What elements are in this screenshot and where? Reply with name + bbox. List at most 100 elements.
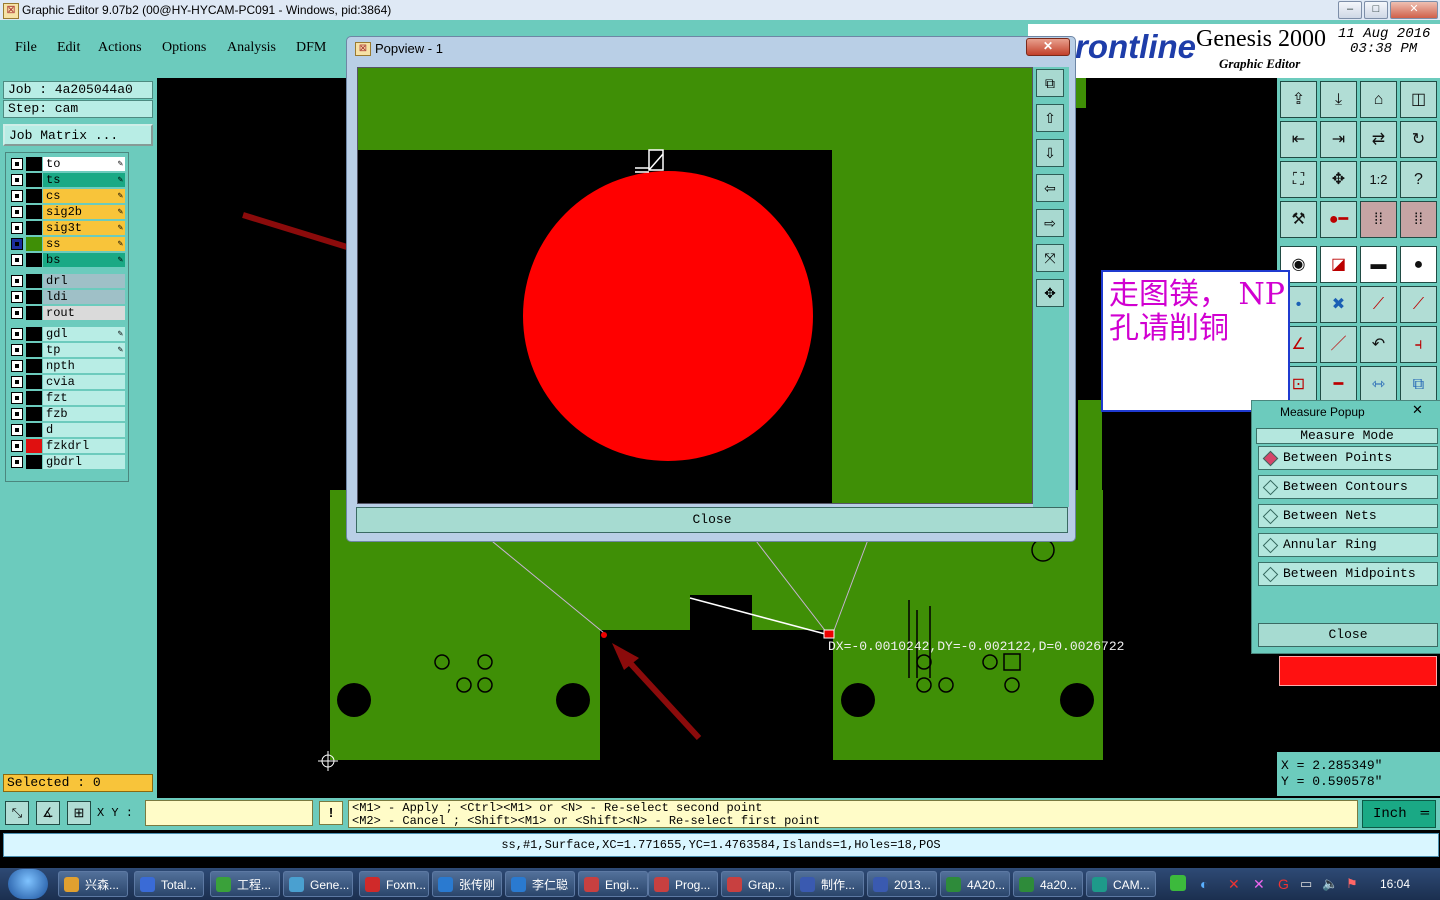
tray-flag-icon[interactable]: ⚑ (1346, 876, 1358, 892)
taskbar-item[interactable]: 张传刚 (432, 871, 502, 897)
layer-color-swatch[interactable] (26, 290, 42, 304)
taskbar-item[interactable]: Grap... (721, 871, 791, 897)
layer-name[interactable]: npth (43, 359, 125, 373)
layer-color-swatch[interactable] (26, 205, 42, 219)
layer-name[interactable]: sig2b ✎ (43, 205, 125, 219)
job-matrix-button[interactable]: Job Matrix ... (3, 124, 153, 146)
layer-color-swatch[interactable] (26, 274, 42, 288)
taskbar-item[interactable]: Gene... (283, 871, 353, 897)
tray-network-icon[interactable]: ◐ (1200, 876, 1208, 892)
xy-input[interactable] (145, 800, 313, 826)
layer-row-rout[interactable]: rout (9, 306, 125, 320)
taskbar-item[interactable]: Prog... (648, 871, 718, 897)
layer-row-cvia[interactable]: cvia (9, 375, 125, 389)
tools-icon[interactable]: ⚒ (1280, 201, 1317, 238)
measure-option-between-points[interactable]: Between Points (1258, 446, 1438, 470)
layer-color-swatch[interactable] (26, 327, 42, 341)
layer-row-drl[interactable]: drl (9, 274, 125, 288)
home-icon[interactable]: ⌂ (1360, 81, 1397, 118)
layer-checkbox[interactable] (11, 222, 23, 234)
layer-up-icon[interactable]: ⇪ (1280, 81, 1317, 118)
measure-option-between-nets[interactable]: Between Nets (1258, 504, 1438, 528)
move-right-icon[interactable]: ⇥ (1320, 121, 1357, 158)
swap-icon[interactable]: ⇄ (1360, 121, 1397, 158)
snap-mode-icon[interactable]: ⤡ (5, 801, 29, 825)
pan-up-icon[interactable]: ⇧ (1036, 104, 1064, 132)
slash-icon[interactable]: ／ (1320, 326, 1357, 363)
angle-mode-icon[interactable]: ∡ (36, 801, 60, 825)
tray-app2-icon[interactable]: ✕ (1228, 876, 1240, 893)
start-button-icon[interactable] (8, 869, 48, 899)
tray-app-icon[interactable] (1170, 875, 1186, 891)
layer-row-fzb[interactable]: fzb (9, 407, 125, 421)
menu-actions[interactable]: Actions (98, 40, 142, 56)
measure-close-button[interactable]: Close (1258, 623, 1438, 647)
net-icon[interactable]: ●━ (1320, 201, 1357, 238)
layer-checkbox[interactable] (11, 456, 23, 468)
layer-row-tp[interactable]: tp ✎ (9, 343, 125, 357)
pan-left-icon[interactable]: ⇦ (1036, 174, 1064, 202)
tray-volume-icon[interactable]: 🔈 (1322, 876, 1338, 892)
taskbar-item[interactable]: 4a20... (1013, 871, 1083, 897)
layer-row-fzkdrl[interactable]: fzkdrl (9, 439, 125, 453)
layer-name[interactable]: rout (43, 306, 125, 320)
grid-mode-icon[interactable]: ⊞ (67, 801, 91, 825)
popview-close-x[interactable]: ✕ (1026, 38, 1070, 56)
layer-row-gbdrl[interactable]: gbdrl (9, 455, 125, 469)
layer-checkbox[interactable] (11, 392, 23, 404)
line-icon[interactable]: ⟋ (1360, 286, 1397, 323)
measure-close-x[interactable]: ✕ (1412, 402, 1423, 418)
arc-icon[interactable]: ↶ (1360, 326, 1397, 363)
taskbar-item[interactable]: 制作... (794, 871, 864, 897)
draw-icon[interactable]: ◪ (1320, 246, 1357, 283)
layer-checkbox[interactable] (11, 291, 23, 303)
layer-color-swatch[interactable] (26, 157, 42, 171)
layer-row-gdl[interactable]: gdl ✎ (9, 327, 125, 341)
layer-color-swatch[interactable] (26, 375, 42, 389)
taskbar-item[interactable]: 工程... (210, 871, 280, 897)
layer-name[interactable]: fzb (43, 407, 125, 421)
ruler-icon[interactable]: ▬ (1360, 246, 1397, 283)
popview-close-button[interactable]: Close (356, 507, 1068, 533)
layer-name[interactable]: cs ✎ (43, 189, 125, 203)
cross-icon[interactable]: ✖ (1320, 286, 1357, 323)
popview-canvas[interactable] (357, 67, 1033, 504)
measure-option-between-contours[interactable]: Between Contours (1258, 475, 1438, 499)
layer-name[interactable]: bs ✎ (43, 253, 125, 267)
layer-name[interactable]: ts ✎ (43, 173, 125, 187)
layer-checkbox[interactable] (11, 174, 23, 186)
layer-color-swatch[interactable] (26, 237, 42, 251)
taskbar-item[interactable]: 兴森... (58, 871, 128, 897)
menu-edit[interactable]: Edit (57, 40, 80, 56)
layer-color-swatch[interactable] (26, 391, 42, 405)
taskbar-item[interactable]: CAM... (1086, 871, 1156, 897)
pad-icon[interactable]: ● (1400, 246, 1437, 283)
measure-option-between-midpoints[interactable]: Between Midpoints (1258, 562, 1438, 586)
taskbar-item[interactable]: 李仁聪 (505, 871, 575, 897)
layer-row-ss[interactable]: ss ✎ (9, 237, 125, 251)
layer-color-swatch[interactable] (26, 407, 42, 421)
maximize-button[interactable]: □ (1364, 1, 1388, 19)
layer-name[interactable]: ss ✎ (43, 237, 125, 251)
layer-color-swatch[interactable] (26, 423, 42, 437)
layer-checkbox[interactable] (11, 360, 23, 372)
taskbar-item[interactable]: 4A20... (940, 871, 1010, 897)
dash-icon[interactable]: ━ (1320, 366, 1357, 403)
snap-icon[interactable]: ⁞⁞ (1360, 201, 1397, 238)
tray-monitor-icon[interactable]: ▭ (1300, 876, 1312, 892)
layer-checkbox[interactable] (11, 275, 23, 287)
layer-color-swatch[interactable] (26, 439, 42, 453)
minimize-button[interactable]: – (1338, 1, 1362, 19)
fit-icon[interactable]: ⛶ (1280, 161, 1317, 198)
resize-icon[interactable]: ⇿ (1360, 366, 1397, 403)
menu-file[interactable]: File (15, 40, 37, 56)
layer-checkbox[interactable] (11, 344, 23, 356)
layer-row-ts[interactable]: ts ✎ (9, 173, 125, 187)
zoom-1to1-icon[interactable]: 1:2 (1360, 161, 1397, 198)
pan-down-icon[interactable]: ⇩ (1036, 139, 1064, 167)
layer-checkbox[interactable] (11, 424, 23, 436)
layer-name[interactable]: to ✎ (43, 157, 125, 171)
layer-checkbox[interactable] (11, 254, 23, 266)
layer-checkbox[interactable] (11, 376, 23, 388)
layer-name[interactable]: gbdrl (43, 455, 125, 469)
